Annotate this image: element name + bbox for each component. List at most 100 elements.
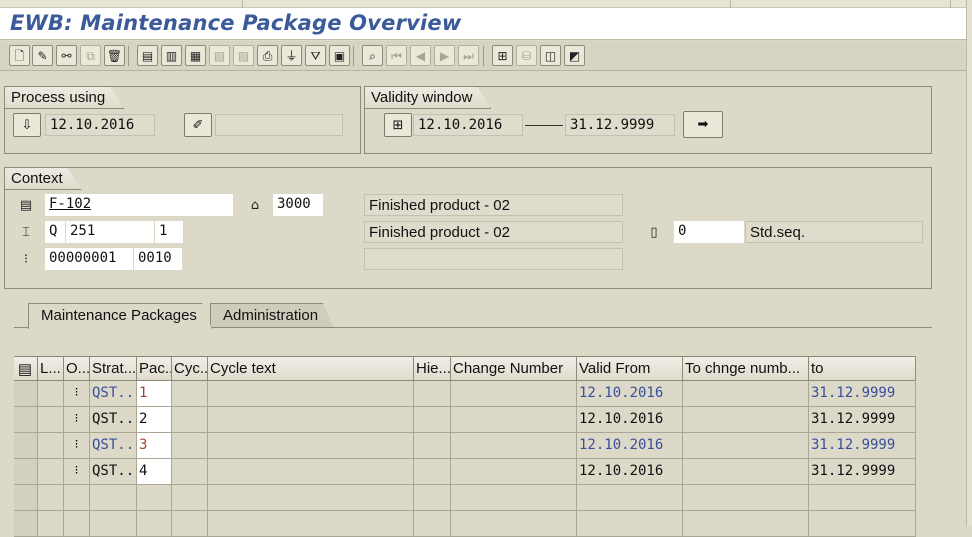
title-bar: EWB: Maintenance Package Overview bbox=[0, 8, 972, 40]
table-cell bbox=[414, 407, 451, 433]
row-selector[interactable] bbox=[14, 381, 38, 407]
choose-button[interactable]: ▨ bbox=[233, 45, 254, 66]
table-cell bbox=[172, 459, 208, 485]
column-header[interactable]: Valid From bbox=[577, 356, 683, 381]
set-filter-icon: ⛛ bbox=[310, 48, 321, 63]
package-cell[interactable]: 1 bbox=[137, 381, 172, 407]
column-header[interactable]: Cycle text bbox=[208, 356, 414, 381]
previous-page-button[interactable]: ◀ bbox=[410, 45, 431, 66]
validity-apply-button[interactable]: ➡ bbox=[683, 111, 723, 138]
operation-link-icon[interactable]: ⁝ bbox=[75, 437, 79, 451]
validity-from-field[interactable]: 12.10.2016 bbox=[413, 114, 523, 136]
table-row[interactable] bbox=[14, 511, 916, 537]
column-header[interactable]: Strat... bbox=[90, 356, 137, 381]
column-settings-header[interactable]: ▤ bbox=[14, 356, 38, 381]
table-cell bbox=[90, 511, 137, 537]
process-settings-button[interactable]: ✐ bbox=[184, 113, 212, 137]
copy-icon: ⧉ bbox=[86, 48, 95, 63]
table-row[interactable]: ⁝ QST...3 12.10.2016 31.12.9999 bbox=[14, 433, 916, 459]
table-row[interactable]: ⁝ QST...4 12.10.2016 31.12.9999 bbox=[14, 459, 916, 485]
table-row[interactable]: ⁝ QST...2 12.10.2016 31.12.9999 bbox=[14, 407, 916, 433]
table-cell bbox=[809, 511, 916, 537]
next-page-button[interactable]: ▶ bbox=[434, 45, 455, 66]
table-cell bbox=[683, 511, 809, 537]
valid-to-cell: 31.12.9999 bbox=[809, 459, 916, 485]
column-header[interactable]: Change Number bbox=[451, 356, 577, 381]
operation-field[interactable]: 0010 bbox=[134, 248, 182, 270]
operation-icon: ⁝ bbox=[23, 251, 29, 267]
table-row[interactable] bbox=[14, 485, 916, 511]
delete-icon: 🗑 bbox=[106, 48, 123, 63]
deselect-button[interactable]: ▦ bbox=[185, 45, 206, 66]
first-page-button[interactable]: ⏮ bbox=[386, 45, 407, 66]
filter-button[interactable]: ⏚ bbox=[281, 45, 302, 66]
operation-link-icon[interactable]: ⁝ bbox=[75, 411, 79, 425]
select-block-button[interactable]: ▥ bbox=[161, 45, 182, 66]
table-cell bbox=[809, 485, 916, 511]
table-cell bbox=[577, 511, 683, 537]
graphic-button[interactable]: ⛁ bbox=[516, 45, 537, 66]
print-button[interactable]: ⎙ bbox=[257, 45, 278, 66]
display-toggle-button[interactable]: ⚯ bbox=[56, 45, 77, 66]
valid-from-cell: 12.10.2016 bbox=[577, 433, 683, 459]
package-cell[interactable]: 4 bbox=[137, 459, 172, 485]
validity-select-button[interactable]: ⊞ bbox=[384, 113, 412, 137]
row-selector[interactable] bbox=[14, 459, 38, 485]
deselect-icon: ▦ bbox=[189, 48, 202, 63]
sequence-field[interactable]: 0 bbox=[674, 221, 744, 243]
table-cell bbox=[208, 381, 414, 407]
sort-icon: ▣ bbox=[333, 48, 346, 63]
set-filter-button[interactable]: ⛛ bbox=[305, 45, 326, 66]
column-header[interactable]: To chnge numb... bbox=[683, 356, 809, 381]
plant-field[interactable]: 3000 bbox=[273, 194, 323, 216]
delete-button[interactable]: 🗑 bbox=[104, 45, 125, 66]
info-button[interactable]: ◩ bbox=[564, 45, 585, 66]
column-header[interactable]: O... bbox=[64, 356, 90, 381]
last-page-button[interactable]: ⏭ bbox=[458, 45, 479, 66]
table-cell bbox=[208, 459, 414, 485]
table-cell bbox=[208, 485, 414, 511]
context-group: Context ▤ F-102 ⌂ 3000 Finished product … bbox=[4, 167, 932, 289]
details-icon: ▧ bbox=[213, 48, 226, 63]
row-selector[interactable] bbox=[14, 407, 38, 433]
node-id-field[interactable]: 00000001 bbox=[45, 248, 133, 270]
table-cell bbox=[414, 511, 451, 537]
pencil-check-icon: ✐ bbox=[192, 117, 204, 133]
hierarchy-button[interactable]: ⊞ bbox=[492, 45, 513, 66]
sequence-icon: ▯ bbox=[650, 224, 658, 240]
sequence-description: Std.seq. bbox=[745, 221, 923, 243]
task-list-type-field[interactable]: Q bbox=[45, 221, 65, 243]
find-button[interactable]: ⌕ bbox=[362, 45, 383, 66]
package-cell[interactable]: 2 bbox=[137, 407, 172, 433]
group-field[interactable]: 251 bbox=[66, 221, 154, 243]
column-header[interactable]: Hie... bbox=[414, 356, 451, 381]
column-header[interactable]: to bbox=[809, 356, 916, 381]
copy-button[interactable]: ⧉ bbox=[80, 45, 101, 66]
column-header[interactable]: L... bbox=[38, 356, 64, 381]
process-date-field[interactable]: 12.10.2016 bbox=[45, 114, 155, 136]
tab-administration[interactable]: Administration bbox=[210, 303, 333, 328]
group-counter-field[interactable]: 1 bbox=[155, 221, 183, 243]
edit-button[interactable]: ✎ bbox=[32, 45, 53, 66]
overview-button[interactable]: ◫ bbox=[540, 45, 561, 66]
table-cell bbox=[683, 407, 809, 433]
sort-button[interactable]: ▣ bbox=[329, 45, 350, 66]
tab-maintenance-packages[interactable]: Maintenance Packages bbox=[28, 303, 212, 329]
application-toolbar: 🗋 ✎ ⚯ ⧉ 🗑 ▤ ▥ ▦ ▧ ▨ ⎙ ⏚ ⛛ ▣ ⌕ ⏮ ◀ ▶ ⏭ ⊞ ⛁ ◫ ◩ bbox=[0, 41, 972, 71]
select-all-icon: ▤ bbox=[141, 48, 154, 63]
create-button[interactable]: 🗋 bbox=[9, 45, 30, 66]
operation-link-icon[interactable]: ⁝ bbox=[75, 463, 79, 477]
operation-link-icon[interactable]: ⁝ bbox=[75, 385, 79, 399]
column-header[interactable]: Pac... bbox=[137, 356, 172, 381]
row-selector[interactable] bbox=[14, 433, 38, 459]
row-selector[interactable] bbox=[14, 511, 38, 537]
select-all-button[interactable]: ▤ bbox=[137, 45, 158, 66]
validity-to-field[interactable]: 31.12.9999 bbox=[565, 114, 675, 136]
column-header[interactable]: Cyc... bbox=[172, 356, 208, 381]
details-button[interactable]: ▧ bbox=[209, 45, 230, 66]
material-field[interactable]: F-102 bbox=[45, 194, 233, 216]
table-row[interactable]: ⁝ QST...1 12.10.2016 31.12.9999 bbox=[14, 381, 916, 407]
package-cell[interactable]: 3 bbox=[137, 433, 172, 459]
process-date-button[interactable]: ⇩ bbox=[13, 113, 41, 137]
row-selector[interactable] bbox=[14, 485, 38, 511]
